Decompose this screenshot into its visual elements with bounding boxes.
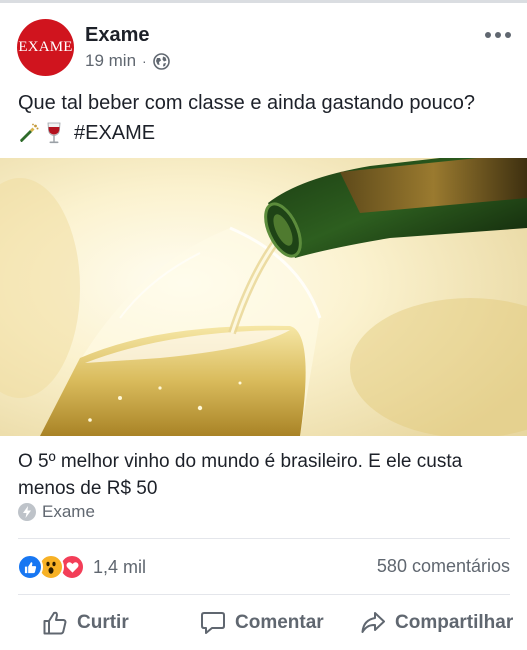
post-header: EXAME Exame 19 min ·: [0, 3, 527, 83]
link-title[interactable]: O 5º melhor vinho do mundo é brasileiro.…: [18, 448, 513, 502]
globe-icon[interactable]: [152, 52, 170, 70]
like-reaction-icon: [17, 554, 43, 580]
reaction-icons: [17, 554, 85, 580]
link-source: Exame: [18, 502, 95, 522]
comment-button[interactable]: Comentar: [200, 606, 324, 640]
page-name[interactable]: Exame: [85, 24, 150, 47]
reaction-count: 1,4 mil: [93, 556, 147, 577]
comments-count[interactable]: 580 comentários: [377, 556, 510, 577]
post-meta: 19 min ·: [85, 51, 170, 71]
post-text-line: Que tal beber com classe e ainda gastand…: [18, 92, 475, 114]
bottle-with-popping-cork-icon: [18, 122, 40, 144]
reactions-summary[interactable]: 1,4 mil: [17, 554, 146, 580]
thumbs-up-icon: [43, 611, 67, 635]
post-actions: Curtir Comentar Compartilhar: [0, 600, 527, 646]
comment-button-label: Comentar: [235, 612, 324, 633]
divider: [18, 594, 510, 595]
share-arrow-icon: [361, 612, 385, 633]
share-button[interactable]: Compartilhar: [360, 606, 513, 640]
post-text: Que tal beber com classe e ainda gastand…: [18, 88, 513, 148]
divider: [18, 538, 510, 539]
instant-article-bolt-icon: [18, 503, 36, 521]
link-source-name: Exame: [42, 502, 95, 521]
meta-separator: ·: [142, 53, 147, 69]
wine-glass-icon: [44, 121, 64, 145]
like-button[interactable]: Curtir: [42, 606, 129, 640]
comment-bubble-icon: [201, 612, 225, 634]
page-avatar[interactable]: EXAME: [17, 19, 74, 76]
post-text-emoji-line: #EXAME: [18, 118, 513, 148]
link-preview-image[interactable]: [0, 158, 527, 436]
post-time[interactable]: 19 min: [85, 51, 136, 71]
share-button-label: Compartilhar: [395, 612, 514, 633]
more-options-icon[interactable]: [485, 29, 511, 41]
like-button-label: Curtir: [77, 612, 129, 633]
avatar-logo-text: EXAME: [18, 39, 73, 55]
hashtag-link[interactable]: #EXAME: [74, 118, 155, 148]
